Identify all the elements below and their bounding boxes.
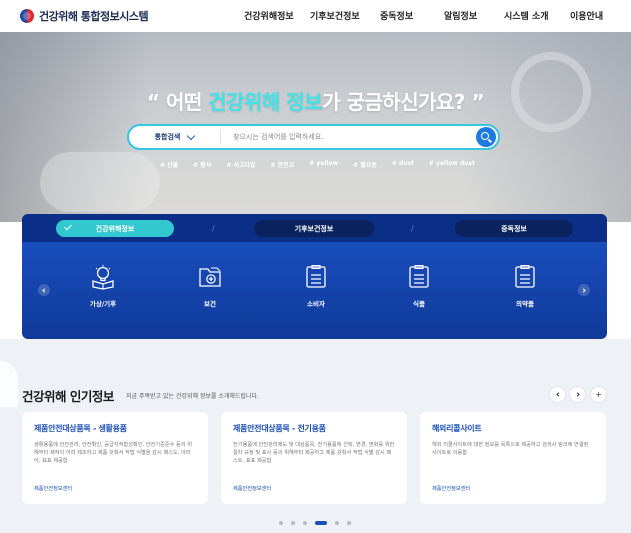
document-list-icon — [306, 264, 326, 288]
keyword-tag[interactable]: # 사고다발 — [226, 160, 255, 169]
keyword-tag[interactable]: # 황사 — [193, 160, 211, 169]
search-input[interactable] — [221, 133, 498, 141]
pagination-dot[interactable] — [315, 521, 327, 525]
card-title: 제품안전대상품목 - 전기용품 — [233, 424, 326, 433]
category-label: 가상/기후 — [89, 300, 117, 308]
tab-climate-health[interactable]: 기후보건정보 — [254, 220, 374, 237]
card-description: 해외 리콜사이트에 대한 정보를 목록으로 제공하고 검색시 링크에 연결된 사… — [432, 442, 589, 457]
category-tab-bar: 건강위해정보 / 기후보건정보 / 중독정보 — [22, 214, 607, 242]
carousel-pagination — [279, 521, 351, 525]
category-label: 식품 — [413, 300, 425, 308]
tab-separator: / — [411, 224, 414, 233]
pagination-dot[interactable] — [335, 521, 339, 525]
chevron-left-icon — [555, 392, 561, 397]
card-source-link[interactable]: 제품안전정보센터 — [233, 485, 271, 492]
taegeuk-logo-icon — [20, 9, 34, 23]
nav-item-usage-guide[interactable]: 이용안내 — [570, 9, 603, 22]
nav-item-notice[interactable]: 알림정보 — [444, 9, 477, 22]
keyword-tag[interactable]: # yellow dust — [429, 160, 475, 169]
keyword-tag[interactable]: # 산불 — [160, 160, 178, 169]
keyword-tag[interactable]: # 안전교 — [271, 160, 295, 169]
category-item-consumer[interactable]: 소비자 — [286, 264, 346, 308]
nav-item-climate-health[interactable]: 기후보건정보 — [310, 9, 360, 22]
category-item-food[interactable]: 식품 — [389, 264, 449, 308]
card-description: 전기용품에 안전관리제도 및 대상품목, 전기용품에 선택, 변경, 변화를 위… — [233, 442, 395, 465]
popular-next-button[interactable] — [570, 387, 585, 402]
hero-title-highlight: 건강위해 정보 — [208, 90, 323, 114]
tab-poisoning[interactable]: 중독정보 — [455, 220, 573, 237]
section-decoration — [0, 361, 18, 407]
popular-more-button[interactable]: + — [591, 387, 606, 402]
pagination-dot[interactable] — [291, 521, 295, 525]
keyword-tag[interactable]: # yellow — [309, 160, 338, 169]
tab-separator: / — [212, 224, 215, 233]
medical-folder-icon — [199, 267, 221, 287]
category-panel: 건강위해정보 / 기후보건정보 / 중독정보 가상/기후 보건 소비자 식품 의… — [22, 214, 607, 339]
card-title: 제품안전대상품목 - 생활용품 — [34, 424, 127, 433]
hero-banner: “ 어떤 건강위해 정보가 궁금하신가요? ” 통합검색 # 산불 # 황사 #… — [0, 32, 631, 222]
card-title: 해외리콜사이트 — [432, 424, 482, 433]
keyword-tag[interactable]: # 월요종 — [353, 160, 377, 169]
document-list-icon — [515, 264, 535, 288]
section-title: 건강위해 인기정보 — [22, 389, 114, 404]
card-source-link[interactable]: 제품안전정보센터 — [34, 485, 72, 492]
category-item-health[interactable]: 보건 — [180, 264, 240, 308]
logo-text: 건강위해 통합정보시스템 — [39, 10, 149, 23]
site-logo[interactable]: 건강위해 통합정보시스템 — [20, 8, 149, 24]
plus-icon: + — [595, 390, 602, 399]
check-icon — [64, 222, 72, 231]
chevron-down-icon — [187, 131, 196, 140]
section-subtitle: 지금 주목받고 있는 건강위해 정보를 소개해드립니다. — [126, 393, 259, 400]
chevron-right-icon — [581, 287, 586, 293]
chevron-left-icon — [42, 287, 47, 293]
category-label: 소비자 — [307, 300, 325, 308]
pagination-dot[interactable] — [279, 521, 283, 525]
nav-item-system-intro[interactable]: 시스템 소개 — [504, 9, 549, 22]
popular-info-section: 건강위해 인기정보 지금 주목받고 있는 건강위해 정보를 소개해드립니다. +… — [0, 339, 631, 533]
keyword-tag[interactable]: # dust — [392, 160, 414, 169]
category-item-medicine[interactable]: 의약품 — [495, 264, 555, 308]
category-label: 보건 — [204, 300, 216, 308]
card-source-link[interactable]: 제품안전정보센터 — [432, 485, 470, 492]
category-prev-button[interactable] — [38, 284, 50, 296]
search-icon — [481, 132, 489, 140]
search-scope-select[interactable]: 통합검색 — [129, 130, 221, 144]
document-list-icon — [409, 264, 429, 288]
info-card[interactable]: 제품안전대상품목 - 생활용품 생활용품에 안전관리, 안전확인, 공급자적합성… — [22, 412, 208, 504]
info-card[interactable]: 제품안전대상품목 - 전기용품 전기용품에 안전관리제도 및 대상품목, 전기용… — [221, 412, 407, 504]
nav-item-poisoning[interactable]: 중독정보 — [380, 9, 413, 22]
category-next-button[interactable] — [578, 284, 590, 296]
popular-prev-button[interactable] — [550, 387, 565, 402]
search-bar: 통합검색 — [127, 124, 500, 150]
tab-health-hazard[interactable]: 건강위해정보 — [56, 220, 174, 237]
pagination-dot[interactable] — [347, 521, 351, 525]
hero-background-shape — [40, 152, 160, 212]
nav-item-health-hazard[interactable]: 건강위해정보 — [244, 9, 294, 22]
category-item-environment[interactable]: 가상/기후 — [73, 264, 133, 308]
pagination-dot[interactable] — [303, 521, 307, 525]
lightbulb-book-icon — [92, 265, 114, 290]
header: 건강위해 통합정보시스템 건강위해정보 기후보건정보 중독정보 알림정보 시스템… — [0, 0, 631, 32]
search-scope-label: 통합검색 — [154, 133, 181, 141]
info-card[interactable]: 해외리콜사이트 해외 리콜사이트에 대한 정보를 목록으로 제공하고 검색시 링… — [420, 412, 606, 504]
search-button[interactable] — [476, 127, 496, 147]
category-label: 의약품 — [516, 300, 534, 308]
popular-keyword-tags: # 산불 # 황사 # 사고다발 # 안전교 # yellow # 월요종 # … — [160, 160, 475, 169]
hero-title: “ 어떤 건강위해 정보가 궁금하신가요? ” — [146, 90, 485, 114]
card-description: 생활용품에 안전관리, 안전확인, 공급자적합성확인, 안전기준준수 등의 위해… — [34, 442, 193, 465]
chevron-right-icon — [574, 392, 580, 397]
